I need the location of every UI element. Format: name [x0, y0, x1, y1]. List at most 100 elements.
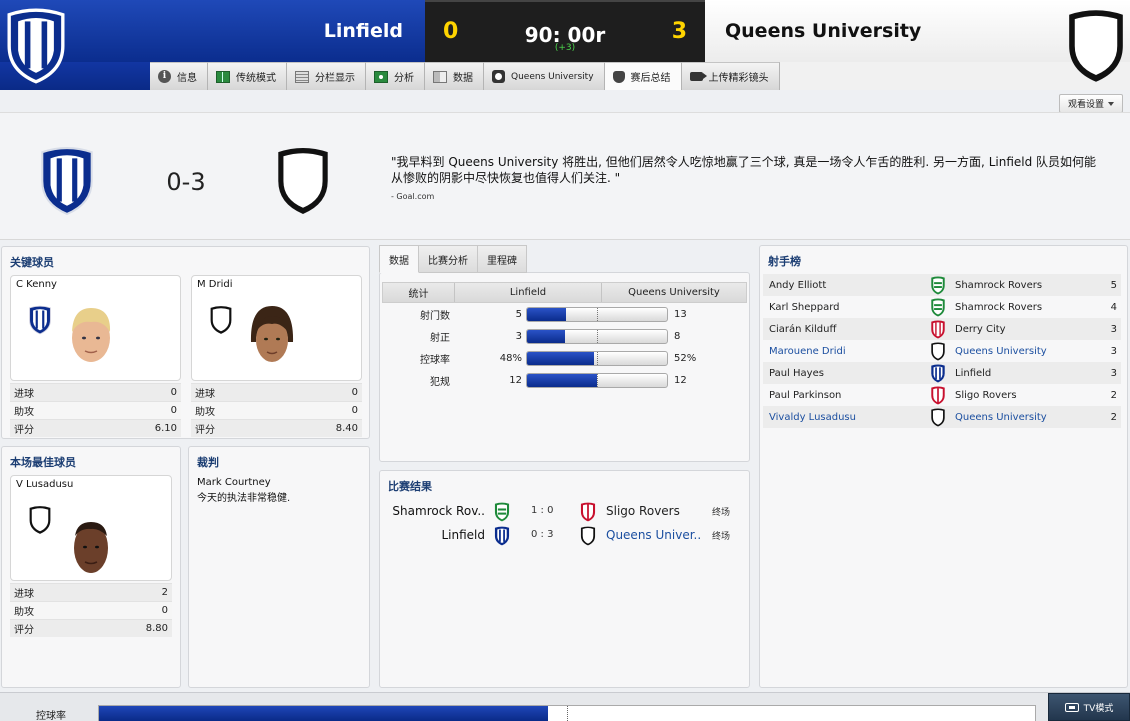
subtab-stats[interactable]: 数据: [379, 245, 419, 273]
result-row[interactable]: Linfield 0 : 3 Queens Univer.. 终场: [381, 525, 749, 547]
scorer-club[interactable]: Queens University: [955, 346, 1047, 357]
tv-mode-label: TV模式: [1083, 703, 1114, 714]
panel-title: 关键球员: [10, 256, 54, 269]
split-view-icon: [295, 70, 309, 83]
player-stats-m-dridi: 进球 0 助攻 0 评分 8.40: [191, 383, 362, 437]
final-score: 0-3: [166, 168, 206, 196]
stats-row: 射门数 5 13: [382, 303, 747, 325]
possession-label: 控球率: [36, 711, 66, 721]
stat-row: 评分 8.40: [191, 419, 362, 437]
scorer-name[interactable]: Karl Sheppard: [769, 302, 840, 313]
tab-label: 信息: [177, 73, 197, 84]
queens-crest-icon[interactable]: [1062, 8, 1130, 84]
player-card-v-lusadusu[interactable]: V Lusadusu: [10, 475, 172, 581]
column-header[interactable]: Linfield: [455, 283, 602, 302]
scorer-row[interactable]: Ciarán Kilduff Derry City 3: [763, 318, 1121, 340]
scorer-club[interactable]: Derry City: [955, 324, 1006, 335]
scorer-goals: 5: [1110, 279, 1117, 291]
scorer-goals: 3: [1110, 345, 1117, 357]
scorer-row[interactable]: Marouene Dridi Queens University 3: [763, 340, 1121, 362]
result-home-team[interactable]: Linfield: [441, 528, 485, 542]
stats-subtabs: 数据 比赛分析 里程碑: [379, 245, 527, 273]
result-away-team[interactable]: Sligo Rovers: [606, 504, 680, 518]
scorer-name[interactable]: Marouene Dridi: [769, 346, 846, 357]
scorer-name[interactable]: Vivaldy Lusadusu: [769, 412, 856, 423]
away-stat-value: 12: [674, 374, 687, 386]
scorer-row[interactable]: Paul Parkinson Sligo Rovers 2: [763, 384, 1121, 406]
pitch-icon: [216, 70, 230, 83]
scorer-club[interactable]: Shamrock Rovers: [955, 302, 1042, 313]
player-card-m-dridi[interactable]: M Dridi: [191, 275, 362, 381]
linfield-crest-icon[interactable]: [2, 8, 70, 84]
tab-data[interactable]: 数据: [425, 62, 484, 90]
stat-row: 助攻 0: [10, 601, 172, 619]
sligo-rovers-crest-icon: [579, 502, 597, 522]
tab-classic[interactable]: 传统模式: [208, 62, 287, 90]
tab-label: 分栏显示: [315, 73, 355, 84]
player-face-image: [250, 306, 294, 362]
tab-club[interactable]: Queens University: [484, 62, 605, 90]
shamrock-rovers-crest-icon: [493, 502, 511, 522]
tab-label: 传统模式: [236, 73, 276, 84]
home-team-name[interactable]: Linfield: [324, 20, 403, 42]
tab-analysis[interactable]: 分析: [366, 62, 425, 90]
player-name[interactable]: C Kenny: [16, 279, 57, 290]
stats-table: 统计 Linfield Queens University 射门数 5 13 射正 3 8…: [382, 282, 747, 391]
tab-upload-highlights[interactable]: 上传精彩镜头: [681, 62, 780, 90]
stat-row: 评分 6.10: [10, 419, 181, 437]
view-settings-dropdown[interactable]: 观看设置: [1059, 94, 1123, 113]
queens-crest-icon[interactable]: [272, 146, 334, 216]
home-share-fill: [527, 329, 566, 343]
referee-name[interactable]: Mark Courtney: [197, 477, 271, 488]
bar-midline: [597, 307, 598, 321]
scorer-club[interactable]: Sligo Rovers: [955, 390, 1017, 401]
scorer-row[interactable]: Vivaldy Lusadusu Queens University 2: [763, 406, 1121, 428]
linfield-crest-icon: [929, 364, 947, 383]
stat-row: 助攻 0: [191, 401, 362, 419]
scorer-name[interactable]: Andy Elliott: [769, 280, 826, 291]
scorer-club[interactable]: Shamrock Rovers: [955, 280, 1042, 291]
shamrock-rovers-crest-icon: [929, 298, 947, 317]
stat-row: 评分 8.80: [10, 619, 172, 637]
column-header[interactable]: Queens University: [602, 283, 746, 302]
player-card-c-kenny[interactable]: C Kenny: [10, 275, 181, 381]
player-stats-v-lusadusu: 进球 2 助攻 0 评分 8.80: [10, 583, 172, 637]
tab-match-summary[interactable]: 赛后总结: [604, 62, 682, 90]
result-away-team[interactable]: Queens Univer..: [606, 528, 701, 542]
player-name[interactable]: M Dridi: [197, 279, 233, 290]
man-of-the-match-panel: 本场最佳球员 V Lusadusu 进球 2 助攻 0 评分 8.80: [1, 446, 181, 688]
stat-label: 控球率: [420, 354, 450, 366]
linfield-crest-icon[interactable]: [36, 146, 98, 216]
scorer-name[interactable]: Ciarán Kilduff: [769, 324, 836, 335]
view-tabs: i 信息 传统模式 分栏显示 分析 数据 Queens University 赛后…: [150, 62, 780, 90]
scorer-row[interactable]: Andy Elliott Shamrock Rovers 5: [763, 274, 1121, 296]
scorer-row[interactable]: Karl Sheppard Shamrock Rovers 4: [763, 296, 1121, 318]
subtab-milestones[interactable]: 里程碑: [478, 245, 527, 273]
scorer-name[interactable]: Paul Parkinson: [769, 390, 841, 401]
chevron-down-icon: [1108, 101, 1114, 106]
subtab-match-analysis[interactable]: 比赛分析: [419, 245, 478, 273]
result-row[interactable]: Shamrock Rov.. 1 : 0 Sligo Rovers 终场: [381, 501, 749, 523]
bar-midline: [597, 373, 598, 387]
stat-row: 进球 2: [10, 583, 172, 601]
tab-info[interactable]: i 信息: [150, 62, 208, 90]
stats-row: 犯规 12 12: [382, 369, 747, 391]
scorer-club[interactable]: Queens University: [955, 412, 1047, 423]
away-team-name[interactable]: Queens University: [725, 20, 921, 42]
tv-mode-button[interactable]: TV模式: [1048, 693, 1130, 721]
column-header[interactable]: 统计: [383, 283, 455, 302]
scorer-goals: 2: [1110, 389, 1117, 401]
away-stat-value: 8: [674, 330, 681, 342]
scorer-name[interactable]: Paul Hayes: [769, 368, 824, 379]
player-name[interactable]: V Lusadusu: [16, 479, 73, 490]
tab-split[interactable]: 分栏显示: [287, 62, 366, 90]
scorer-club[interactable]: Linfield: [955, 368, 991, 379]
result-home-team[interactable]: Shamrock Rov..: [392, 504, 485, 518]
stats-table-header: 统计 Linfield Queens University: [382, 282, 747, 303]
info-icon: i: [158, 70, 171, 83]
key-players-panel: 关键球员 C Kenny 进球 0 助攻 0 评分 6.10 M Dridi 进…: [1, 246, 370, 439]
scorer-row[interactable]: Paul Hayes Linfield 3: [763, 362, 1121, 384]
stat-row: 进球 0: [10, 383, 181, 401]
panel-title: 比赛结果: [388, 480, 432, 493]
camera-icon: [689, 72, 707, 81]
